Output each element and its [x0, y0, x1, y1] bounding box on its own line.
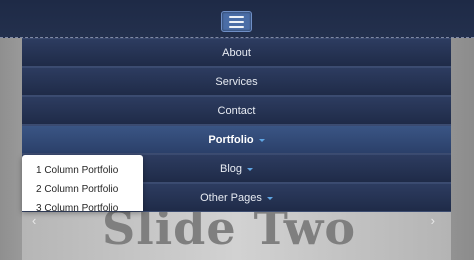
navbar-header: [0, 0, 474, 38]
dropdown-item-1-column-portfolio[interactable]: 1 Column Portfolio: [22, 162, 143, 181]
nav-item-label: Services: [215, 76, 258, 88]
navbar-toggle-button[interactable]: [221, 11, 252, 32]
nav-item-portfolio[interactable]: Portfolio: [22, 125, 451, 154]
nav-item-label: Other Pages: [200, 192, 262, 204]
carousel: Slide Two ‹ ›: [22, 211, 451, 260]
slide-title: Slide Two: [102, 211, 357, 255]
hamburger-icon-bar: [229, 15, 244, 18]
caret-down-icon: [266, 196, 273, 200]
chevron-right-icon[interactable]: ›: [431, 213, 435, 228]
nav-item-about[interactable]: About: [22, 38, 451, 67]
hamburger-icon-bar: [229, 20, 244, 23]
caret-down-icon: [258, 138, 265, 142]
nav-item-label: Portfolio: [208, 134, 254, 146]
dropdown-item-3-column-portfolio[interactable]: 3 Column Portfolio: [22, 200, 143, 211]
nav-item-services[interactable]: Services: [22, 67, 451, 96]
chevron-left-icon[interactable]: ‹: [32, 213, 36, 228]
hamburger-icon-bar: [229, 25, 244, 28]
nav-item-label: About: [222, 47, 251, 59]
nav-item-label: Blog: [219, 163, 243, 175]
nav-item-label: Contact: [217, 105, 256, 117]
portfolio-dropdown-menu: 1 Column Portfolio 2 Column Portfolio 3 …: [22, 155, 143, 211]
caret-down-icon: [247, 167, 254, 171]
dropdown-item-2-column-portfolio[interactable]: 2 Column Portfolio: [22, 181, 143, 200]
nav-item-contact[interactable]: Contact: [22, 96, 451, 125]
